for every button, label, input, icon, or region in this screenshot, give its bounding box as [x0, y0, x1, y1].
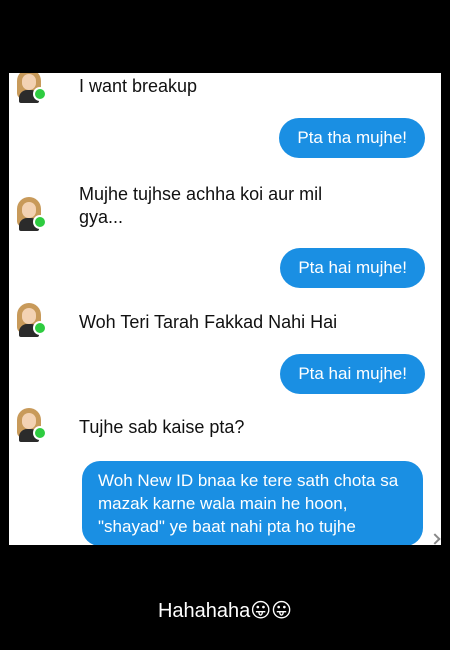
- image-caption: Hahahaha😛😛: [157, 600, 292, 622]
- online-status-icon: [33, 215, 47, 229]
- received-message: Tujhe sab kaise pta?: [79, 417, 245, 437]
- sent-message-bubble: Pta hai mujhe!: [280, 248, 425, 288]
- online-status-icon: [33, 321, 47, 335]
- sent-message-bubble: Pta hai mujhe!: [280, 354, 425, 394]
- received-message: Mujhe tujhse achha koi aur mil gya...: [79, 184, 323, 227]
- sent-message-bubble: Pta tha mujhe!: [279, 118, 425, 158]
- online-status-icon: [33, 426, 47, 440]
- sent-message-bubble: Woh New ID bnaa ke tere sath chota sa ma…: [82, 461, 423, 545]
- received-message: I want breakup: [79, 76, 198, 96]
- contact-avatar[interactable]: [13, 303, 47, 337]
- received-message: Woh Teri Tarah Fakkad Nahi Hai: [79, 312, 338, 332]
- online-status-icon: [33, 87, 47, 101]
- contact-avatar[interactable]: [13, 73, 47, 103]
- contact-avatar[interactable]: [13, 197, 47, 231]
- scroll-down-icon[interactable]: [429, 533, 441, 545]
- contact-avatar[interactable]: [13, 408, 47, 442]
- chat-area: I want breakup Pta tha mujhe! Mujhe tujh…: [9, 73, 441, 545]
